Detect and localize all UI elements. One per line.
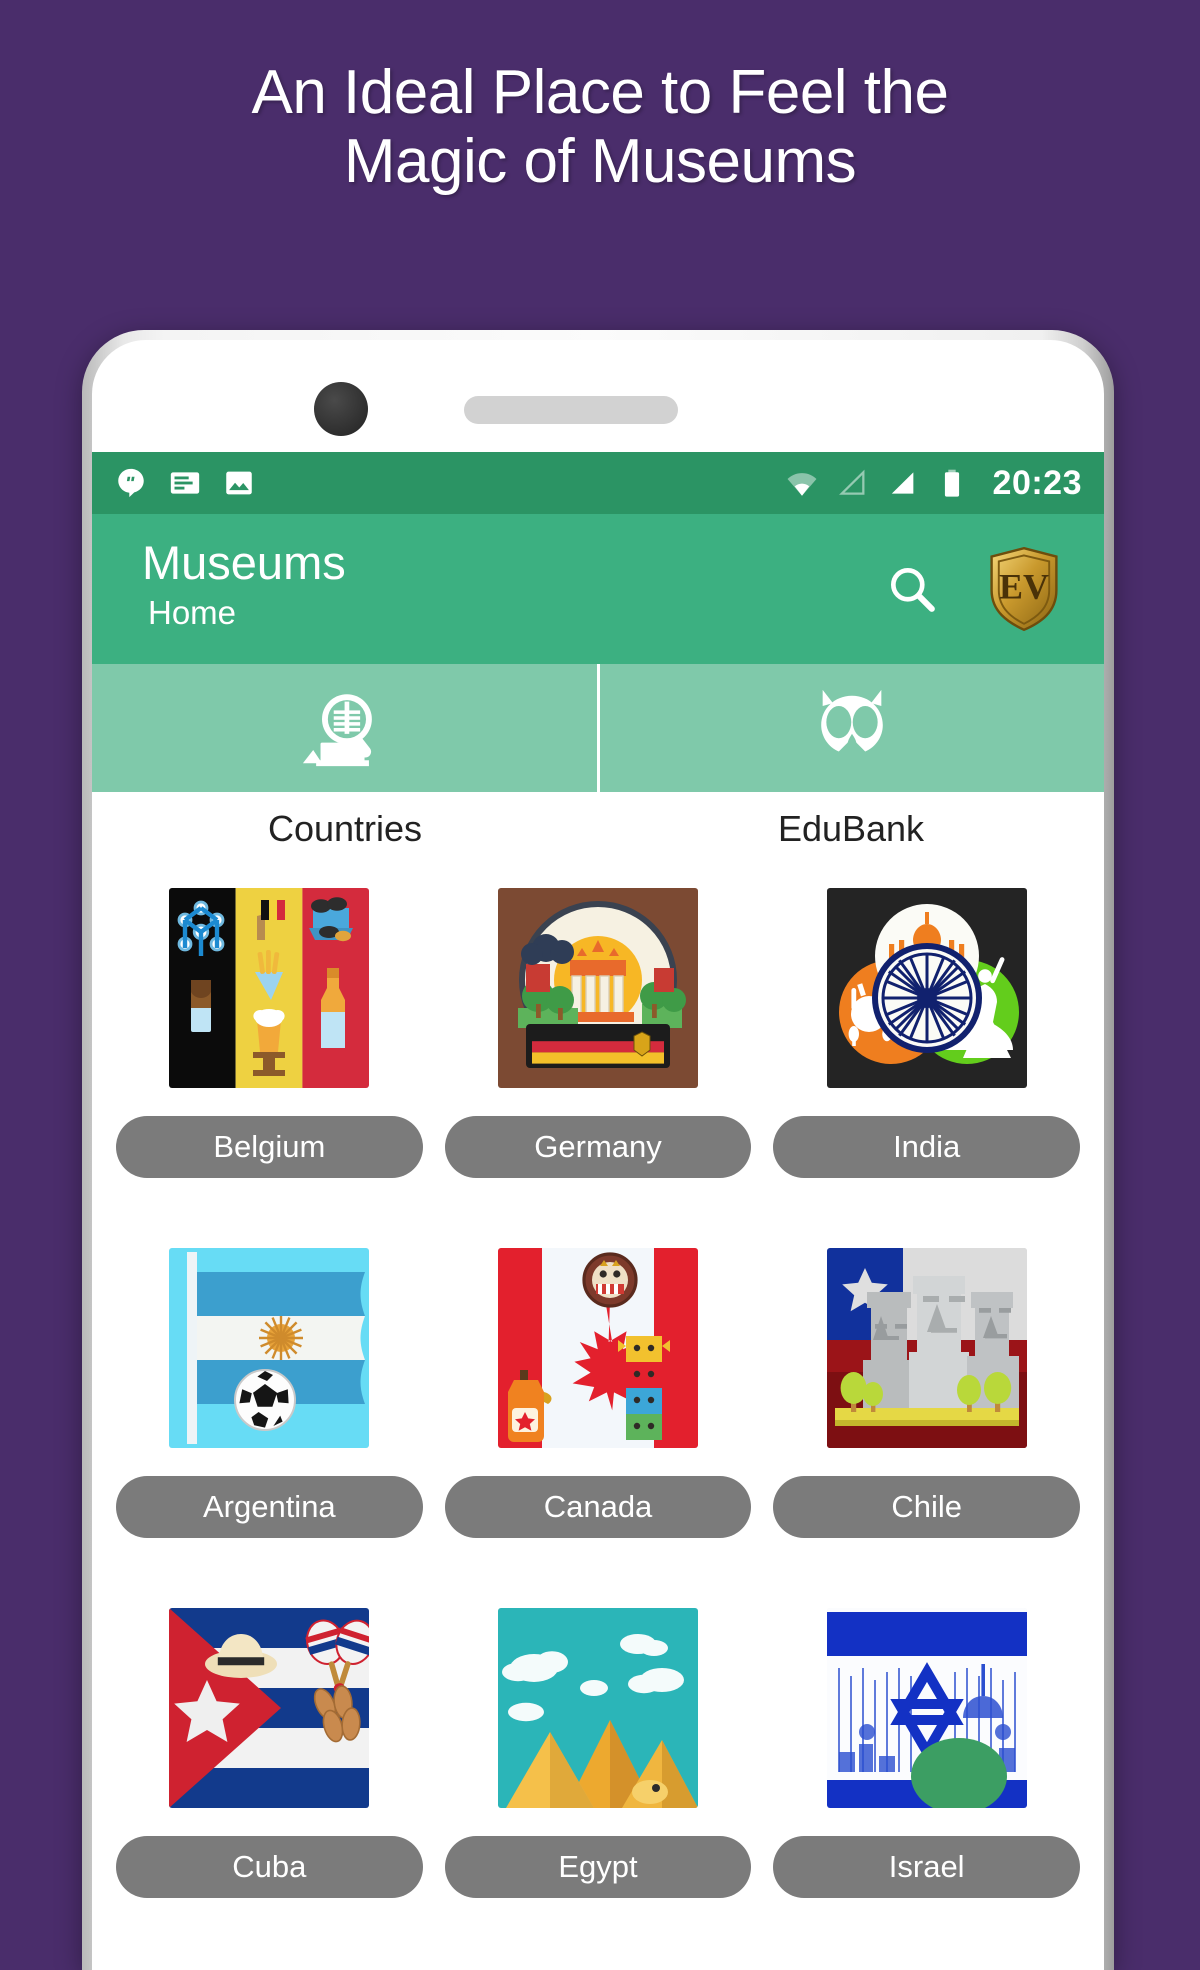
status-bar-clock: 20:23 [992,463,1082,502]
row-spacer [116,1546,1080,1608]
tab-bar [92,664,1104,792]
promo-headline: An Ideal Place to Feel the Magic of Muse… [0,58,1200,197]
country-card-germany[interactable]: Germany [444,888,752,1178]
battery-icon [944,469,959,497]
country-card-cuba[interactable]: Cuba [116,1608,423,1898]
country-label[interactable]: Cuba [116,1836,423,1898]
country-card-egypt[interactable]: Egypt [444,1608,752,1898]
tab-countries[interactable] [92,664,597,792]
country-label[interactable]: Canada [444,1476,752,1538]
country-card-belgium[interactable]: Belgium [116,888,423,1178]
tab-edubank[interactable] [596,664,1105,792]
wifi-icon [787,473,816,496]
camera-dot-icon [314,382,368,436]
message-card-icon [170,472,200,494]
country-label[interactable]: Germany [444,1116,752,1178]
country-card-israel[interactable]: Israel [773,1608,1081,1898]
india-circles-collage-image[interactable] [826,888,1027,1088]
country-grid: Belgium Germany India Argentina Canada C… [92,866,1104,1898]
country-label[interactable]: India [773,1116,1081,1178]
country-card-argentina[interactable]: Argentina [116,1248,423,1538]
country-label[interactable]: Belgium [116,1116,423,1178]
country-card-canada[interactable]: Canada [444,1248,752,1538]
status-bar-indicators: 20:23 [785,464,1082,503]
status-bar: 20:23 [92,452,1104,514]
signal-empty-icon [838,469,864,495]
country-label[interactable]: Israel [773,1836,1081,1898]
egypt-pyramids-image[interactable] [498,1608,698,1808]
country-card-chile[interactable]: Chile [773,1248,1081,1538]
tab-label-edubank[interactable]: EduBank [598,792,1104,866]
country-row: Belgium Germany India [116,888,1081,1178]
tab-label-row: Countries EduBank [92,792,1104,866]
country-label[interactable]: Egypt [444,1836,752,1898]
ev-logo-text: EV [999,567,1049,607]
row-spacer [116,1186,1080,1248]
search-icon[interactable] [884,561,940,617]
app-bar-actions: EV [884,547,1068,631]
country-label[interactable]: Argentina [116,1476,423,1538]
country-row: Argentina Canada Chile [116,1248,1081,1538]
page-title: Museums [142,535,346,589]
country-label[interactable]: Chile [773,1476,1081,1538]
photo-icon [226,471,252,495]
hangouts-icon [118,468,144,498]
page-subtitle: Home [148,594,237,632]
app-bar: Museums Home EV [92,514,1104,664]
argentina-flag-soccer-image[interactable] [169,1248,370,1448]
signal-full-icon [891,472,913,494]
cuba-flag-hat-maracas-image[interactable] [169,1608,370,1808]
belgium-flag-collage-image[interactable] [169,888,370,1088]
phone-frame: 20:23 Museums Home EV Countries EduBank … [82,330,1114,1970]
status-bar-notifications [114,466,256,500]
speaker-grill-icon [464,396,678,424]
owl-icon [820,689,883,752]
promo-line-1: An Ideal Place to Feel the [251,58,949,127]
canada-flag-maple-image[interactable] [498,1248,698,1448]
country-row: Cuba Egypt Israel [116,1608,1081,1898]
app-bar-titles: Museums Home [128,538,346,640]
museum-search-icon [303,694,373,767]
israel-flag-star-image[interactable] [826,1608,1027,1808]
ev-shield-logo[interactable]: EV [988,547,1060,631]
country-card-india[interactable]: India [773,888,1081,1178]
tab-label-countries[interactable]: Countries [92,792,598,866]
germany-brandenburg-gate-image[interactable] [498,888,698,1088]
app-screen: 20:23 Museums Home EV Countries EduBank … [92,452,1104,1970]
phone-screen-bezel: 20:23 Museums Home EV Countries EduBank … [92,340,1104,1970]
phone-top-bezel [92,340,1104,452]
promo-line-2: Magic of Museums [343,127,857,197]
chile-moai-statues-image[interactable] [826,1248,1027,1448]
